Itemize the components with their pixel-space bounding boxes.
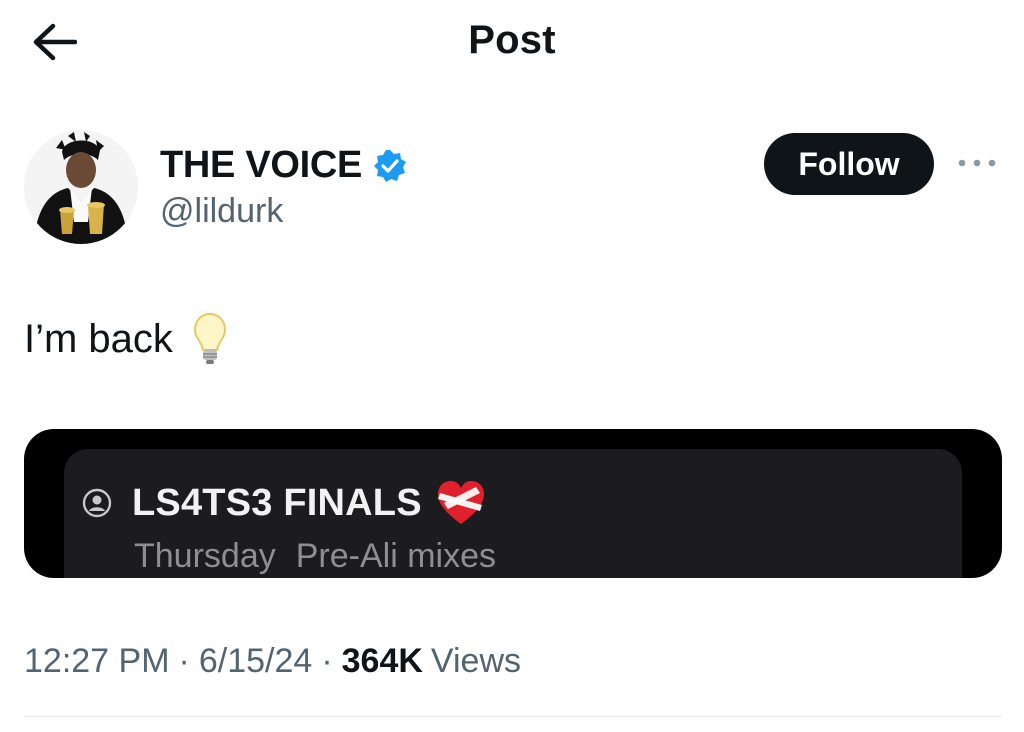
verified-badge-icon <box>372 148 408 184</box>
person-circle-icon <box>82 488 112 518</box>
lightbulb-icon <box>193 312 227 366</box>
playlist-day: Thursday <box>134 537 276 575</box>
page-title: Post <box>468 18 556 62</box>
more-options-button[interactable] <box>952 148 1002 178</box>
divider <box>24 716 1002 717</box>
separator: · <box>178 642 190 680</box>
post-author: THE VOICE @lildurk Follow <box>24 130 1000 250</box>
post-date[interactable]: 6/15/24 <box>199 642 312 681</box>
separator: · <box>321 642 333 680</box>
views-label: Views <box>430 642 522 680</box>
follow-button[interactable]: Follow <box>764 133 934 195</box>
avatar[interactable] <box>24 130 138 244</box>
playlist-title-row: LS4TS3 FINALS <box>82 479 486 527</box>
post-time[interactable]: 12:27 PM <box>24 642 170 681</box>
user-handle[interactable]: @lildurk <box>160 192 283 231</box>
media-attachment[interactable]: LS4TS3 FINALS Thursday Pre-Ali mixes <box>24 429 1002 578</box>
playlist-card: LS4TS3 FINALS Thursday Pre-Ali mixes <box>64 449 962 578</box>
playlist-description: Pre-Ali mixes <box>295 537 496 575</box>
bandaged-heart-icon <box>436 479 486 527</box>
name-row: THE VOICE <box>160 144 408 187</box>
playlist-title: LS4TS3 FINALS <box>132 481 422 524</box>
post-text: I’m back <box>24 312 227 366</box>
views-count: 364K <box>341 642 423 680</box>
playlist-subtitle: Thursday Pre-Ali mixes <box>134 537 516 576</box>
post-metadata: 12:27 PM · 6/15/24 · 364K Views <box>24 642 521 681</box>
top-bar: Post <box>0 0 1024 86</box>
avatar-image <box>24 130 138 244</box>
post-text-content: I’m back <box>24 316 173 361</box>
display-name[interactable]: THE VOICE <box>160 144 362 187</box>
ellipsis-icon <box>958 159 996 167</box>
